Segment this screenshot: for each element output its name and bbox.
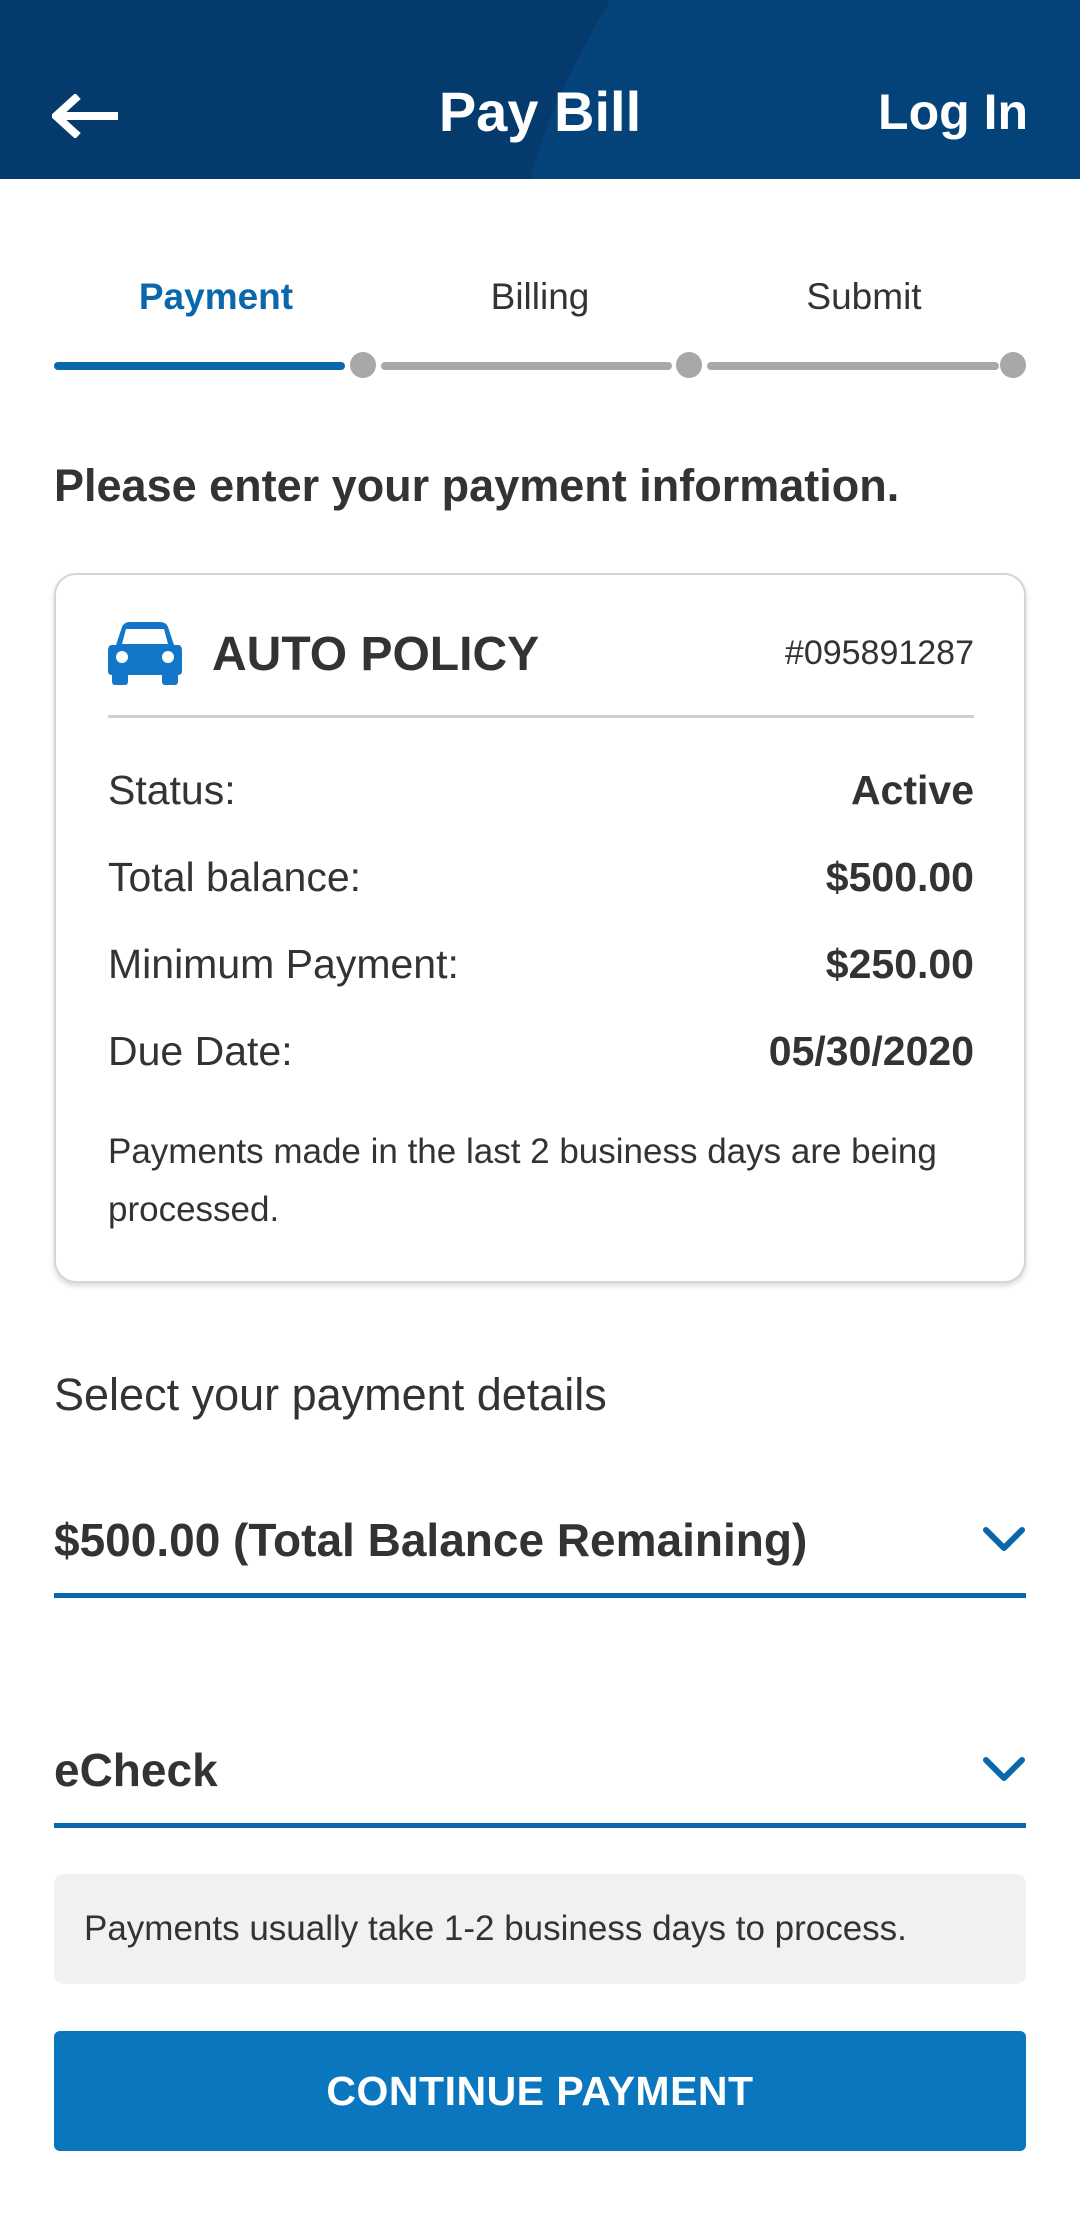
payment-method-value: eCheck (54, 1744, 218, 1796)
processing-note: Payments made in the last 2 business day… (108, 1132, 937, 1229)
step-payment: Payment (138, 276, 294, 317)
login-button[interactable]: Log In (878, 80, 1028, 144)
payment-amount-select[interactable]: $500.00 (Total Balance Remaining) (54, 1494, 1026, 1598)
status-row: Status: Active (108, 762, 974, 818)
total-balance-label: Total balance: (108, 854, 362, 900)
continue-payment-label: CONTINUE PAYMENT (326, 2067, 754, 2114)
policy-card: AUTO POLICY #095891287 Status: Active To… (54, 573, 1026, 1283)
step-billing: Billing (490, 276, 590, 317)
due-date-value: 05/30/2020 (768, 1028, 974, 1074)
step-dot-2 (676, 352, 702, 378)
arrow-left-icon (52, 94, 118, 138)
policy-number: #095891287 (784, 634, 974, 672)
progress-stepper: Payment Billing Submit (54, 264, 1026, 378)
chevron-down-icon (983, 1527, 1025, 1551)
processing-info-text: Payments usually take 1-2 business days … (84, 1909, 907, 1948)
policy-name: AUTO POLICY (212, 628, 540, 681)
step-bar-submit (707, 362, 999, 370)
minimum-payment-value: $250.00 (825, 941, 974, 987)
processing-info-box: Payments usually take 1-2 business days … (54, 1874, 1026, 1984)
step-dot-3 (1000, 352, 1026, 378)
policy-header: AUTO POLICY #095891287 (108, 621, 974, 693)
app-header: Pay Bill Log In (0, 0, 1080, 179)
step-submit: Submit (806, 276, 922, 317)
due-date-row: Due Date: 05/30/2020 (108, 1023, 974, 1079)
step-dot-1 (350, 352, 376, 378)
car-icon (108, 622, 182, 685)
payment-details-label: Select your payment details (54, 1369, 607, 1420)
card-divider (108, 715, 974, 718)
total-balance-row: Total balance: $500.00 (108, 849, 974, 905)
due-date-label: Due Date: (108, 1028, 293, 1074)
status-value: Active (850, 767, 974, 813)
payment-amount-value: $500.00 (Total Balance Remaining) (54, 1514, 808, 1566)
minimum-payment-label: Minimum Payment: (108, 941, 459, 987)
status-label: Status: (108, 767, 236, 813)
payment-method-select[interactable]: eCheck (54, 1724, 1026, 1828)
back-button[interactable] (48, 86, 126, 146)
chevron-down-icon (983, 1757, 1025, 1781)
step-bar-billing (381, 362, 672, 370)
continue-payment-button[interactable]: CONTINUE PAYMENT (54, 2031, 1026, 2151)
payment-prompt: Please enter your payment information. (54, 460, 900, 511)
minimum-payment-row: Minimum Payment: $250.00 (108, 936, 974, 992)
step-bar-payment (54, 362, 345, 370)
total-balance-value: $500.00 (825, 854, 974, 900)
